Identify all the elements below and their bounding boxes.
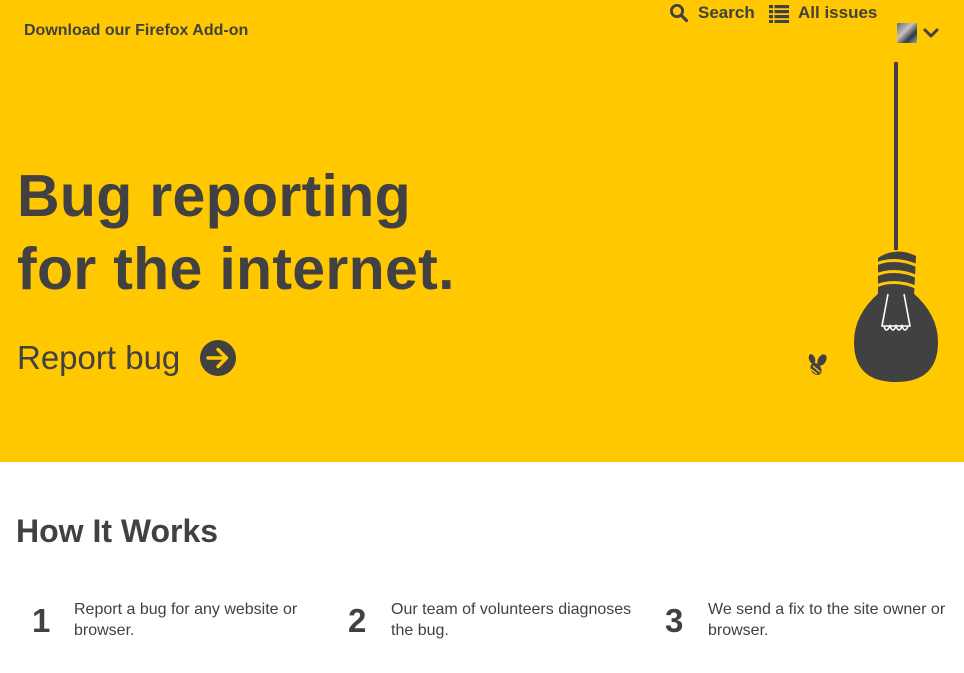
avatar (897, 23, 917, 43)
hero-headline: Bug reporting for the internet. (17, 160, 455, 306)
nav-search-button[interactable]: Search (669, 0, 755, 26)
report-bug-link[interactable]: Report bug (17, 338, 237, 378)
hero-section: Download our Firefox Add-on Search All i… (0, 0, 964, 462)
hero-headline-line1: Bug reporting (17, 163, 411, 229)
step-text: We send a fix to the site owner or brows… (708, 601, 946, 639)
search-icon (670, 4, 689, 23)
step-number: 1 (32, 602, 51, 639)
step-text: Report a bug for any website or browser. (74, 601, 298, 639)
step-number: 3 (665, 602, 684, 639)
firefox-addon-link[interactable]: Download our Firefox Add-on (24, 21, 248, 41)
step-number: 2 (348, 602, 367, 639)
bee-icon (808, 354, 827, 376)
chevron-down-icon (923, 28, 939, 38)
lightbulb-illustration (854, 62, 938, 382)
how-it-works-title: How It Works (16, 513, 219, 549)
hero-headline-line2: for the internet. (17, 236, 455, 302)
arrow-right-circle-icon (200, 340, 237, 376)
nav-all-issues-label: All issues (798, 3, 878, 22)
list-icon (769, 5, 789, 23)
user-menu-toggle[interactable] (897, 22, 943, 44)
nav-all-issues-button[interactable]: All issues (769, 0, 877, 26)
nav-search-label: Search (698, 3, 755, 22)
step-text: Our team of volunteers diagnoses the bug… (391, 601, 632, 639)
report-bug-label: Report bug (17, 339, 181, 376)
